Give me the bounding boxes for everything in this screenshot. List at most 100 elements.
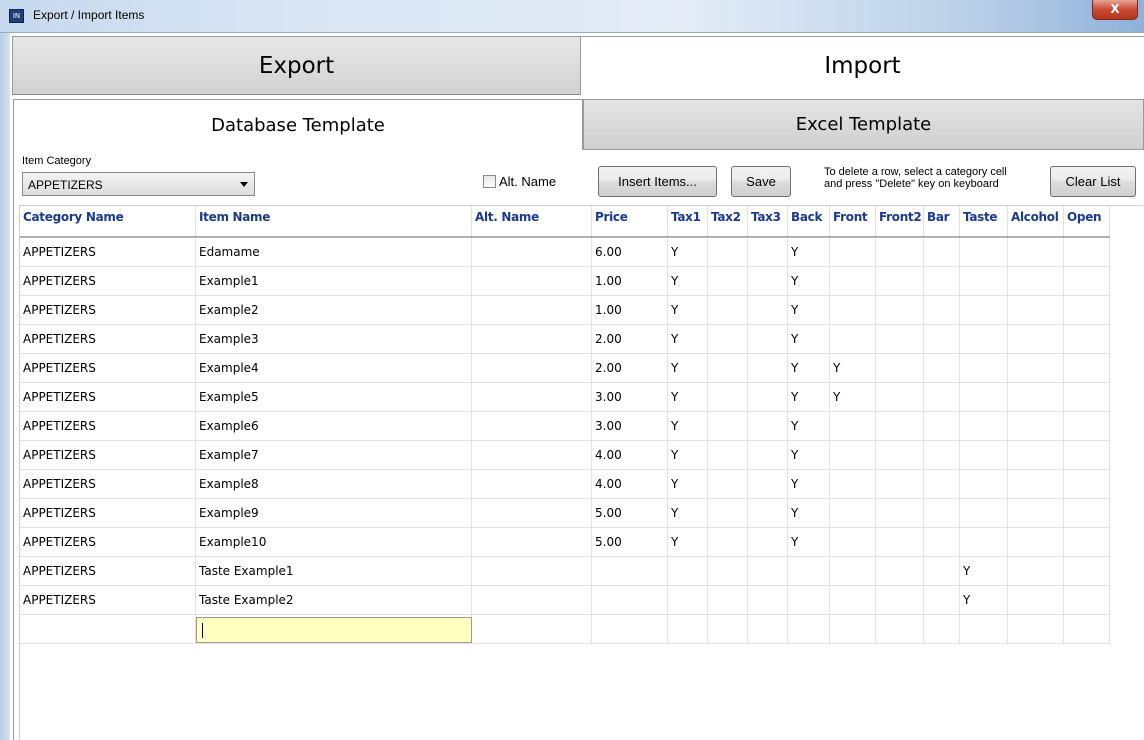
item-name-edit-field[interactable] bbox=[196, 617, 472, 643]
cell-alcohol[interactable] bbox=[1008, 238, 1064, 267]
cell-price[interactable] bbox=[592, 557, 668, 586]
cell-tax1[interactable]: Y bbox=[668, 267, 708, 296]
cell-category[interactable]: APPETIZERS bbox=[20, 325, 196, 354]
cell-front2[interactable] bbox=[876, 586, 924, 615]
cell-back[interactable]: Y bbox=[788, 238, 830, 267]
cell-front2[interactable] bbox=[876, 470, 924, 499]
cell-tax1[interactable]: Y bbox=[668, 296, 708, 325]
cell-item[interactable]: Example5 bbox=[196, 383, 472, 412]
cell-category[interactable]: APPETIZERS bbox=[20, 528, 196, 557]
cell-front2[interactable] bbox=[876, 499, 924, 528]
cell-item[interactable]: Taste Example2 bbox=[196, 586, 472, 615]
cell-open[interactable] bbox=[1064, 470, 1110, 499]
column-header-price[interactable]: Price bbox=[592, 206, 668, 236]
save-button[interactable]: Save bbox=[731, 166, 791, 197]
cell-bar[interactable] bbox=[924, 354, 960, 383]
new-cell-alt[interactable] bbox=[472, 615, 592, 644]
cell-category[interactable]: APPETIZERS bbox=[20, 383, 196, 412]
cell-front2[interactable] bbox=[876, 354, 924, 383]
cell-tax1[interactable]: Y bbox=[668, 528, 708, 557]
cell-front[interactable]: Y bbox=[830, 354, 876, 383]
cell-alt[interactable] bbox=[472, 557, 592, 586]
cell-price[interactable]: 6.00 bbox=[592, 238, 668, 267]
cell-tax2[interactable] bbox=[708, 412, 748, 441]
column-header-tax1[interactable]: Tax1 bbox=[668, 206, 708, 236]
cell-tax3[interactable] bbox=[748, 499, 788, 528]
cell-open[interactable] bbox=[1064, 296, 1110, 325]
table-row[interactable]: APPETIZERS Example4 2.00 Y Y Y bbox=[20, 354, 1110, 383]
column-header-front2[interactable]: Front2 bbox=[876, 206, 924, 236]
insert-items-button[interactable]: Insert Items... bbox=[598, 166, 717, 197]
new-cell-front[interactable] bbox=[830, 615, 876, 644]
cell-tax1[interactable] bbox=[668, 586, 708, 615]
cell-open[interactable] bbox=[1064, 499, 1110, 528]
cell-bar[interactable] bbox=[924, 470, 960, 499]
table-row[interactable]: APPETIZERS Example6 3.00 Y Y bbox=[20, 412, 1110, 441]
cell-tax2[interactable] bbox=[708, 238, 748, 267]
table-row[interactable]: APPETIZERS Taste Example1 Y bbox=[20, 557, 1110, 586]
cell-tax1[interactable]: Y bbox=[668, 470, 708, 499]
new-cell-alcohol[interactable] bbox=[1008, 615, 1064, 644]
cell-price[interactable]: 3.00 bbox=[592, 383, 668, 412]
cell-open[interactable] bbox=[1064, 441, 1110, 470]
cell-item[interactable]: Taste Example1 bbox=[196, 557, 472, 586]
cell-alt[interactable] bbox=[472, 354, 592, 383]
cell-front[interactable] bbox=[830, 528, 876, 557]
table-row[interactable]: APPETIZERS Example1 1.00 Y Y bbox=[20, 267, 1110, 296]
cell-back[interactable]: Y bbox=[788, 354, 830, 383]
new-item-row[interactable] bbox=[20, 615, 1110, 644]
cell-taste[interactable]: Y bbox=[960, 557, 1008, 586]
cell-category[interactable]: APPETIZERS bbox=[20, 557, 196, 586]
cell-item[interactable]: Example1 bbox=[196, 267, 472, 296]
cell-tax2[interactable] bbox=[708, 296, 748, 325]
cell-tax3[interactable] bbox=[748, 296, 788, 325]
cell-alcohol[interactable] bbox=[1008, 412, 1064, 441]
cell-front[interactable] bbox=[830, 441, 876, 470]
cell-category[interactable]: APPETIZERS bbox=[20, 586, 196, 615]
column-header-alt[interactable]: Alt. Name bbox=[472, 206, 592, 236]
cell-alt[interactable] bbox=[472, 412, 592, 441]
column-header-tax2[interactable]: Tax2 bbox=[708, 206, 748, 236]
cell-alcohol[interactable] bbox=[1008, 470, 1064, 499]
cell-category[interactable]: APPETIZERS bbox=[20, 296, 196, 325]
table-row[interactable]: APPETIZERS Example9 5.00 Y Y bbox=[20, 499, 1110, 528]
cell-alcohol[interactable] bbox=[1008, 267, 1064, 296]
cell-back[interactable]: Y bbox=[788, 383, 830, 412]
cell-back[interactable]: Y bbox=[788, 412, 830, 441]
cell-front2[interactable] bbox=[876, 267, 924, 296]
cell-tax1[interactable] bbox=[668, 557, 708, 586]
cell-item[interactable]: Example8 bbox=[196, 470, 472, 499]
cell-alcohol[interactable] bbox=[1008, 296, 1064, 325]
cell-tax3[interactable] bbox=[748, 470, 788, 499]
cell-alcohol[interactable] bbox=[1008, 354, 1064, 383]
cell-alt[interactable] bbox=[472, 586, 592, 615]
cell-front[interactable] bbox=[830, 267, 876, 296]
column-header-tax3[interactable]: Tax3 bbox=[748, 206, 788, 236]
column-header-bar[interactable]: Bar bbox=[924, 206, 960, 236]
item-category-select[interactable]: APPETIZERS bbox=[22, 172, 255, 196]
cell-tax3[interactable] bbox=[748, 586, 788, 615]
cell-tax2[interactable] bbox=[708, 586, 748, 615]
cell-open[interactable] bbox=[1064, 238, 1110, 267]
cell-alcohol[interactable] bbox=[1008, 586, 1064, 615]
new-cell-bar[interactable] bbox=[924, 615, 960, 644]
cell-tax1[interactable]: Y bbox=[668, 354, 708, 383]
cell-tax1[interactable]: Y bbox=[668, 238, 708, 267]
cell-front2[interactable] bbox=[876, 238, 924, 267]
cell-open[interactable] bbox=[1064, 557, 1110, 586]
column-header-back[interactable]: Back bbox=[788, 206, 830, 236]
cell-item[interactable]: Edamame bbox=[196, 238, 472, 267]
column-header-item[interactable]: Item Name bbox=[196, 206, 472, 236]
cell-tax3[interactable] bbox=[748, 528, 788, 557]
cell-front2[interactable] bbox=[876, 557, 924, 586]
cell-item[interactable]: Example6 bbox=[196, 412, 472, 441]
cell-tax2[interactable] bbox=[708, 325, 748, 354]
cell-alcohol[interactable] bbox=[1008, 325, 1064, 354]
cell-tax3[interactable] bbox=[748, 325, 788, 354]
cell-tax3[interactable] bbox=[748, 441, 788, 470]
cell-taste[interactable] bbox=[960, 383, 1008, 412]
cell-category[interactable]: APPETIZERS bbox=[20, 354, 196, 383]
cell-category[interactable]: APPETIZERS bbox=[20, 499, 196, 528]
cell-front[interactable] bbox=[830, 325, 876, 354]
cell-tax2[interactable] bbox=[708, 528, 748, 557]
